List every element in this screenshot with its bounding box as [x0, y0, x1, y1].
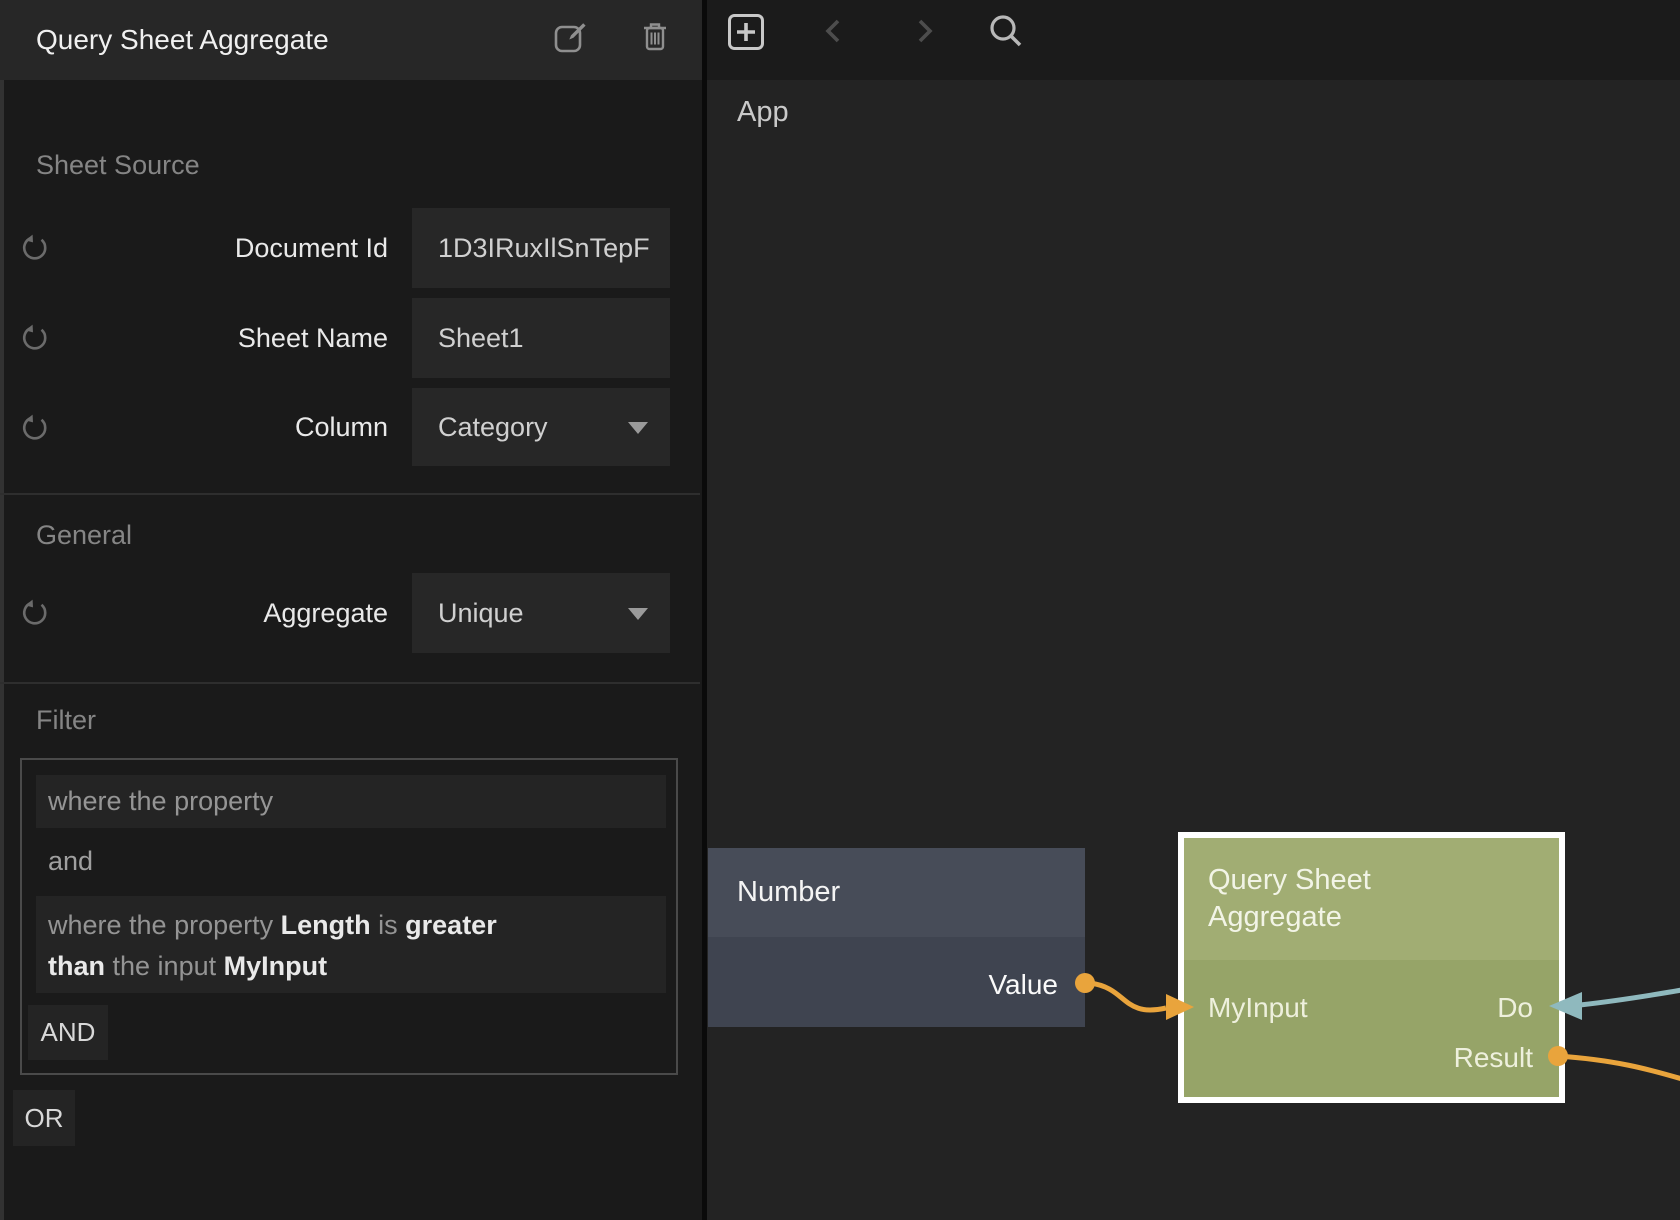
aggregate-value: Unique: [438, 598, 524, 628]
number-node[interactable]: Number Value: [708, 848, 1085, 1027]
filter-conjunction: and: [48, 846, 93, 877]
document-id-field[interactable]: 1D3IRuxIlSnTepF: [412, 208, 670, 288]
section-divider: [0, 682, 700, 684]
reset-document-id-button[interactable]: [20, 233, 50, 263]
section-general: General: [36, 520, 132, 551]
reset-icon: [20, 233, 50, 263]
document-id-label: Document Id: [60, 208, 388, 288]
edit-node-button[interactable]: [552, 19, 588, 55]
reset-sheet-name-button[interactable]: [20, 323, 50, 353]
panel-scrollbar[interactable]: [0, 0, 4, 1220]
query-node-title: Query Sheet Aggregate: [1208, 862, 1371, 936]
search-button[interactable]: [985, 11, 1027, 53]
caret-down-icon: [628, 422, 648, 434]
add-node-button[interactable]: [727, 13, 765, 51]
sheet-name-label: Sheet Name: [60, 298, 388, 378]
and-button[interactable]: AND: [28, 1005, 108, 1060]
value-output-port[interactable]: [1075, 973, 1095, 993]
search-icon: [985, 11, 1027, 53]
panel-title: Query Sheet Aggregate: [36, 0, 329, 80]
query-node-body: [1184, 960, 1559, 1097]
reset-icon: [20, 323, 50, 353]
aggregate-label: Aggregate: [60, 573, 388, 653]
caret-down-icon: [628, 608, 648, 620]
result-output-port[interactable]: [1548, 1046, 1568, 1066]
filter-rule-placeholder: where the property: [36, 775, 666, 828]
column-value: Category: [438, 412, 548, 442]
trash-icon: [638, 19, 672, 55]
reset-aggregate-button[interactable]: [20, 598, 50, 628]
reset-column-button[interactable]: [20, 413, 50, 443]
nav-back-button[interactable]: [820, 17, 848, 45]
chevron-left-icon: [820, 17, 848, 45]
chevron-right-icon: [910, 17, 938, 45]
filter-rule-empty[interactable]: where the property: [36, 775, 666, 828]
do-output-label: Do: [1497, 992, 1533, 1024]
column-dropdown[interactable]: Category: [412, 388, 670, 466]
reset-icon: [20, 413, 50, 443]
panel-header: Query Sheet Aggregate: [0, 0, 702, 80]
result-output-label: Result: [1454, 1042, 1533, 1074]
number-node-title: Number: [737, 848, 840, 937]
myinput-input-label: MyInput: [1208, 992, 1308, 1024]
pencil-square-icon: [552, 19, 588, 55]
properties-panel: Query Sheet Aggregate Sheet Source: [0, 0, 702, 1220]
or-button[interactable]: OR: [13, 1090, 75, 1146]
section-filter: Filter: [36, 705, 96, 736]
column-label: Column: [60, 388, 388, 466]
filter-rule-line1: where the property Length is greater: [36, 905, 666, 946]
aggregate-dropdown[interactable]: Unique: [412, 573, 670, 653]
reset-icon: [20, 598, 50, 628]
canvas-toolbar: [707, 0, 1680, 80]
plus-square-icon: [727, 13, 765, 51]
filter-rule-length[interactable]: where the property Length is greater tha…: [36, 896, 666, 993]
breadcrumb-app[interactable]: App: [737, 96, 789, 129]
filter-rule-line2: than the input MyInput: [36, 946, 666, 987]
sheet-name-field[interactable]: Sheet1: [412, 298, 670, 378]
section-sheet-source: Sheet Source: [36, 150, 200, 181]
query-sheet-aggregate-node[interactable]: Query Sheet Aggregate MyInput Do Result: [1178, 832, 1565, 1103]
app-window: Query Sheet Aggregate Sheet Source: [0, 0, 1680, 1220]
value-output-label: Value: [988, 969, 1058, 1001]
section-divider: [0, 493, 700, 495]
delete-node-button[interactable]: [638, 19, 672, 55]
nav-forward-button[interactable]: [910, 17, 938, 45]
